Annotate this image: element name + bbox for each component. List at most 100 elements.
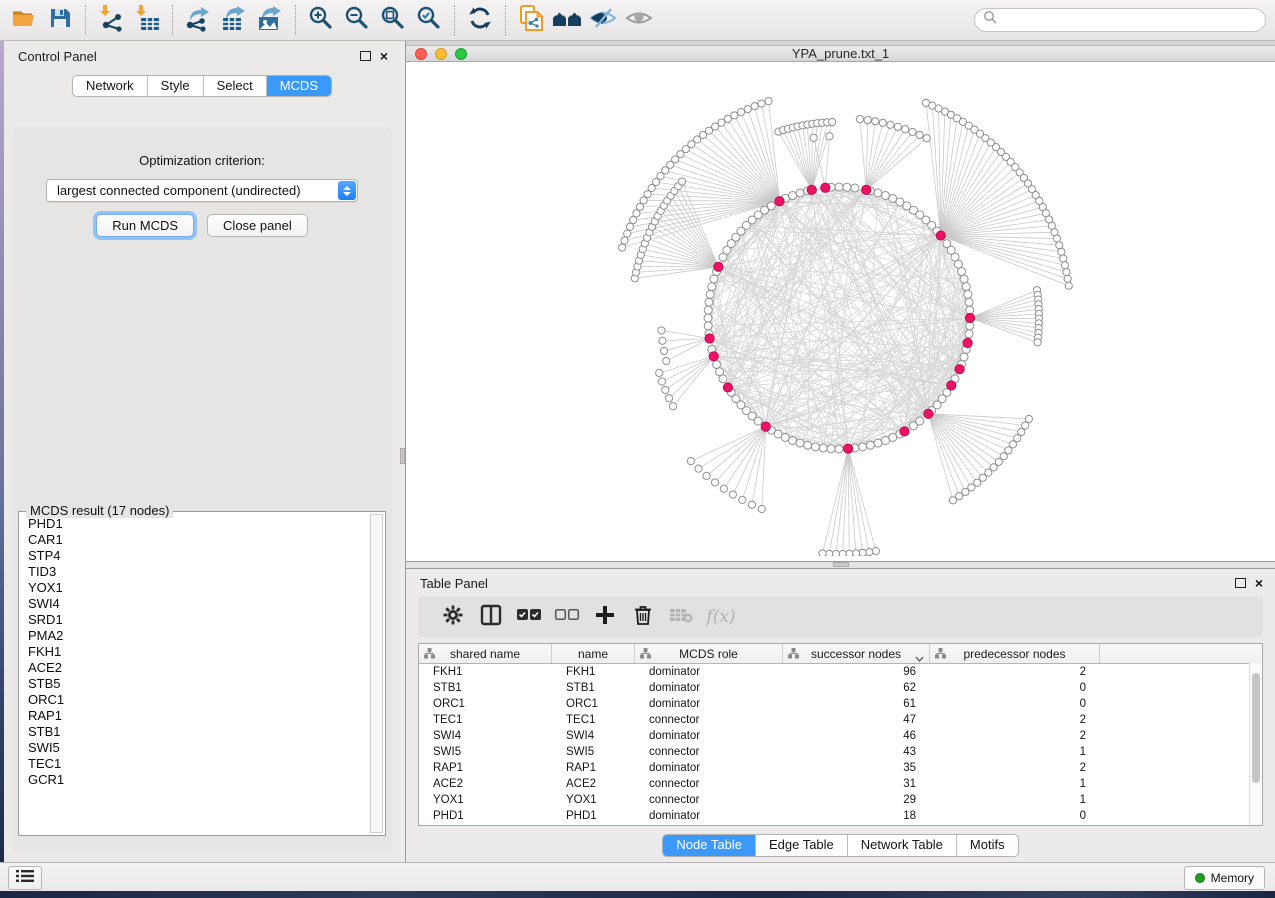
graph-node[interactable]: [965, 330, 973, 338]
mcds-result-item[interactable]: TID3: [28, 564, 368, 580]
graph-leaf-node[interactable]: [758, 100, 765, 107]
mcds-result-item[interactable]: STB5: [28, 676, 368, 692]
graph-leaf-node[interactable]: [887, 121, 894, 128]
graph-leaf-node[interactable]: [703, 472, 710, 479]
table-scrollbar[interactable]: [1249, 663, 1262, 825]
graph-mcds-node[interactable]: [705, 334, 714, 343]
mcds-result-item[interactable]: TEC1: [28, 756, 368, 772]
graph-leaf-node[interactable]: [1025, 415, 1032, 422]
graph-leaf-node[interactable]: [1034, 339, 1041, 346]
tab-mcds[interactable]: MCDS: [267, 76, 331, 96]
graph-mcds-node[interactable]: [936, 231, 945, 240]
graph-node[interactable]: [704, 306, 712, 314]
graph-leaf-node[interactable]: [669, 403, 676, 410]
graph-node[interactable]: [964, 290, 972, 298]
table-row[interactable]: ORC1ORC1dominator610: [419, 696, 1262, 712]
mcds-result-item[interactable]: SWI5: [28, 740, 368, 756]
table-row[interactable]: SWI4SWI4dominator462: [419, 728, 1262, 744]
graph-mcds-node[interactable]: [924, 409, 933, 418]
graph-node[interactable]: [859, 443, 867, 451]
graph-node[interactable]: [965, 298, 973, 306]
graph-node[interactable]: [827, 445, 835, 453]
graph-leaf-node[interactable]: [916, 131, 923, 138]
select-all-button[interactable]: [510, 600, 548, 634]
graph-node[interactable]: [796, 189, 804, 197]
network-window-titlebar[interactable]: YPA_prune.txt_1: [406, 45, 1275, 62]
import-table-button[interactable]: [129, 4, 165, 36]
graph-node[interactable]: [767, 202, 775, 210]
zoom-in-button[interactable]: [303, 4, 339, 36]
graph-mcds-node[interactable]: [862, 185, 871, 194]
float-table-panel-button[interactable]: [1235, 578, 1246, 588]
column-header-shared-name[interactable]: shared name: [419, 644, 552, 663]
graph-node[interactable]: [713, 360, 721, 368]
graph-node[interactable]: [705, 298, 713, 306]
graph-leaf-node[interactable]: [626, 223, 633, 230]
table-settings-gear-button[interactable]: [434, 600, 472, 634]
memory-button[interactable]: Memory: [1184, 866, 1265, 890]
table-row[interactable]: SWI5SWI5connector431: [419, 744, 1262, 760]
save-session-button[interactable]: [42, 4, 78, 36]
run-mcds-button[interactable]: Run MCDS: [96, 214, 194, 237]
graph-leaf-node[interactable]: [737, 109, 744, 116]
graph-leaf-node[interactable]: [621, 237, 628, 244]
mcds-result-item[interactable]: SRD1: [28, 612, 368, 628]
graph-leaf-node[interactable]: [729, 491, 736, 498]
graph-node[interactable]: [966, 322, 974, 330]
graph-node[interactable]: [804, 441, 812, 449]
export-image-button[interactable]: [252, 4, 288, 36]
graph-leaf-node[interactable]: [819, 550, 826, 556]
split-view-button[interactable]: [472, 600, 510, 634]
graph-node[interactable]: [954, 260, 962, 268]
graph-leaf-node[interactable]: [687, 457, 694, 464]
graph-mcds-node[interactable]: [714, 262, 723, 271]
float-panel-button[interactable]: [360, 51, 371, 61]
refresh-view-button[interactable]: [462, 4, 498, 36]
deselect-all-button[interactable]: [548, 600, 586, 634]
graph-leaf-node[interactable]: [856, 115, 863, 122]
graph-node[interactable]: [796, 439, 804, 447]
graph-leaf-node[interactable]: [633, 210, 640, 217]
table-row[interactable]: ACE2ACE2connector311: [419, 776, 1262, 792]
column-header-name[interactable]: name: [552, 644, 635, 663]
graph-node[interactable]: [706, 290, 714, 298]
graph-leaf-node[interactable]: [1056, 242, 1063, 249]
graph-leaf-node[interactable]: [656, 369, 663, 376]
graph-node[interactable]: [881, 192, 889, 200]
zoom-selected-button[interactable]: [411, 4, 447, 36]
table-row[interactable]: FKH1FKH1dominator962: [419, 664, 1262, 680]
tab-select[interactable]: Select: [204, 76, 267, 96]
graph-mcds-node[interactable]: [709, 352, 718, 361]
zoom-fit-button[interactable]: [375, 4, 411, 36]
task-history-button[interactable]: [8, 866, 42, 890]
graph-leaf-node[interactable]: [619, 244, 626, 251]
graph-node[interactable]: [704, 322, 712, 330]
graph-node[interactable]: [889, 433, 897, 441]
graph-node[interactable]: [811, 443, 819, 451]
export-table-button[interactable]: [216, 4, 252, 36]
graph-leaf-node[interactable]: [1058, 248, 1065, 255]
graph-mcds-node[interactable]: [900, 427, 909, 436]
graph-leaf-node[interactable]: [662, 386, 669, 393]
table-row[interactable]: PHD1PHD1dominator180: [419, 808, 1262, 824]
graph-node[interactable]: [710, 275, 718, 283]
graph-leaf-node[interactable]: [832, 550, 839, 556]
graph-leaf-node[interactable]: [765, 98, 772, 105]
graph-leaf-node[interactable]: [839, 550, 846, 556]
graph-leaf-node[interactable]: [659, 337, 666, 344]
graph-leaf-node[interactable]: [695, 465, 702, 472]
splitter-handle[interactable]: [833, 562, 849, 567]
graph-node[interactable]: [881, 436, 889, 444]
search-box[interactable]: [974, 8, 1266, 32]
table-row[interactable]: STB1STB1dominator620: [419, 680, 1262, 696]
mcds-result-scrollbar[interactable]: [370, 514, 383, 833]
graph-leaf-node[interactable]: [852, 550, 859, 556]
graph-leaf-node[interactable]: [902, 126, 909, 133]
graph-leaf-node[interactable]: [826, 133, 833, 140]
graph-node[interactable]: [960, 275, 968, 283]
graph-leaf-node[interactable]: [624, 230, 631, 237]
graph-leaf-node[interactable]: [810, 134, 817, 141]
horizontal-splitter[interactable]: [406, 562, 1275, 569]
criterion-dropdown[interactable]: largest connected component (undirected): [46, 179, 358, 202]
graph-node[interactable]: [708, 283, 716, 291]
